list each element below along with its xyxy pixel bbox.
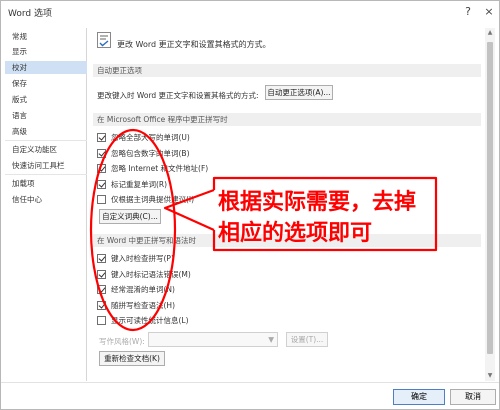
sidebar-item-save[interactable]: 保存 (5, 77, 87, 90)
sidebar-item-trust-center[interactable]: 信任中心 (5, 193, 87, 206)
panel-description: 更改 Word 更正文字和设置其格式的方式。 (117, 40, 271, 49)
window-title: Word 选项 (8, 9, 52, 19)
annotation-text: 根据实际需要，去掉相应的选项即可 (218, 189, 417, 246)
scroll-down-icon[interactable]: ▼ (485, 371, 495, 381)
sidebar: 常规 显示 校对 保存 版式 语言 高级 自定义功能区 快速访问工具栏 加载项 … (5, 28, 87, 381)
sidebar-item-language[interactable]: 语言 (5, 109, 87, 122)
checkbox[interactable] (97, 270, 106, 279)
sidebar-item-general[interactable]: 常规 (5, 30, 87, 43)
dialog-footer: 确定 取消 (1, 382, 499, 409)
checkbox[interactable] (97, 301, 106, 310)
option-label: 忽略包含数字的单词(B) (111, 149, 190, 158)
option-label: 标记重复单词(R) (111, 180, 168, 189)
sidebar-item-add-ins[interactable]: 加载项 (5, 177, 87, 190)
option-label: 经常混淆的单词(N) (111, 285, 175, 294)
writing-style-select[interactable]: ▼ (148, 332, 278, 347)
office-spelling-section-header: 在 Microsoft Office 程序中更正拼写时 (93, 113, 481, 126)
option-label: 忽略全部大写的单词(U) (111, 133, 190, 142)
checkbox[interactable] (97, 133, 106, 142)
checkbox[interactable] (97, 149, 106, 158)
sidebar-item-customize-ribbon[interactable]: 自定义功能区 (5, 143, 87, 156)
checkbox[interactable] (97, 254, 106, 263)
writing-style-label: 写作风格(W): (99, 337, 145, 346)
sidebar-item-layout[interactable]: 版式 (5, 93, 87, 106)
cancel-button[interactable]: 取消 (450, 389, 496, 405)
option-label: 键入时标记语法错误(M) (111, 270, 191, 279)
autocorrect-section-header: 自动更正选项 (93, 64, 481, 77)
checkbox[interactable] (97, 180, 106, 189)
scroll-up-icon[interactable]: ▲ (485, 28, 495, 38)
sidebar-item-quick-access-toolbar[interactable]: 快速访问工具栏 (5, 159, 87, 172)
recheck-document-button[interactable]: 重新检查文档(K) (99, 351, 165, 366)
vertical-scrollbar[interactable]: ▲ ▼ (485, 28, 495, 381)
sidebar-item-advanced[interactable]: 高级 (5, 125, 87, 138)
title-bar: Word 选项 ? × (1, 1, 499, 23)
checkbox[interactable] (97, 316, 106, 325)
checkbox[interactable] (97, 164, 106, 173)
scroll-thumb[interactable] (487, 42, 493, 354)
close-icon[interactable]: × (480, 3, 498, 21)
option-label: 显示可读性统计信息(L) (111, 316, 189, 325)
option-label: 忽略 Internet 和文件地址(F) (111, 164, 209, 173)
option-label: 仅根据主词典提供建议(I) (111, 195, 195, 204)
autocorrect-description: 更改键入时 Word 更正文字和设置其格式的方式: (97, 91, 259, 100)
sidebar-item-proofing[interactable]: 校对 (5, 61, 87, 74)
proofing-abc-icon (97, 32, 111, 48)
sidebar-divider (5, 140, 87, 141)
checkbox[interactable] (97, 195, 106, 204)
option-label: 随拼写检查语法(H) (111, 301, 175, 310)
grammar-settings-button[interactable]: 设置(T)... (286, 332, 328, 347)
help-icon[interactable]: ? (459, 3, 477, 21)
sidebar-divider (5, 174, 87, 175)
checkbox[interactable] (97, 285, 106, 294)
custom-dictionaries-button[interactable]: 自定义词典(C)... (99, 209, 161, 224)
chevron-down-icon: ▼ (268, 335, 274, 344)
autocorrect-options-button[interactable]: 自动更正选项(A)... (265, 85, 333, 100)
sidebar-item-display[interactable]: 显示 (5, 45, 87, 58)
ok-button[interactable]: 确定 (393, 389, 445, 405)
option-label: 键入时检查拼写(P) (111, 254, 174, 263)
